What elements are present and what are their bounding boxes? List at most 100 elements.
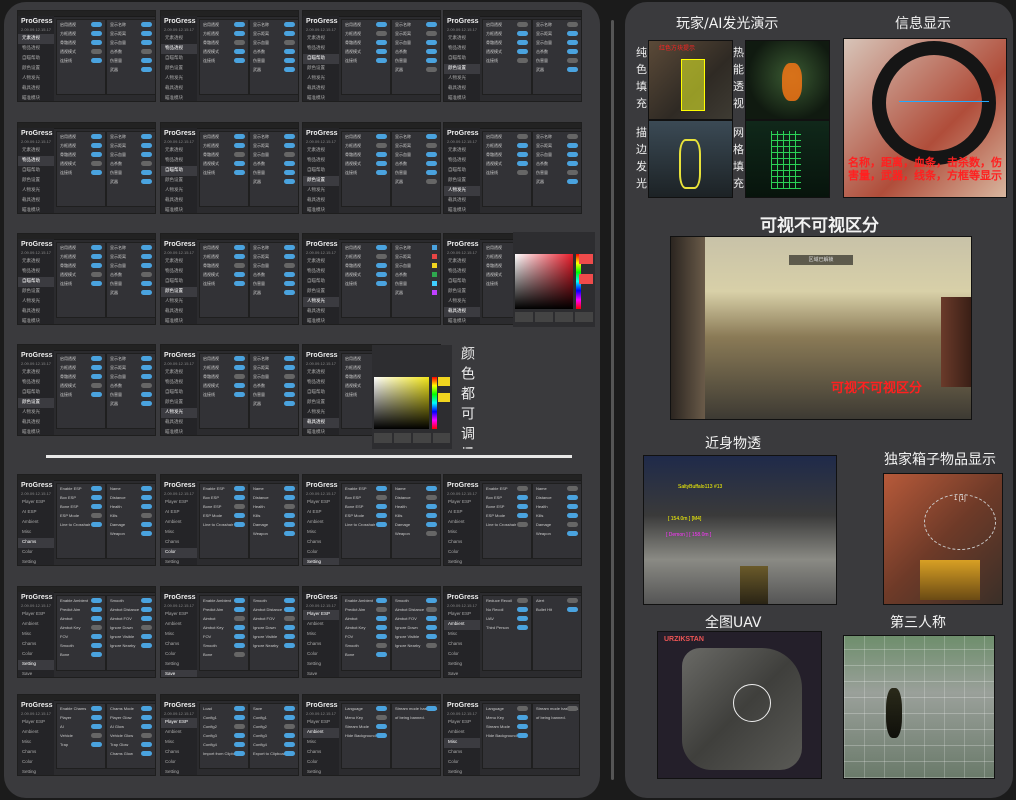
sidebar-item[interactable]: Misc xyxy=(18,528,54,538)
sidebar-item[interactable]: Ambient xyxy=(444,728,480,738)
setting-row[interactable]: Aimbot Key xyxy=(200,623,248,632)
sidebar-item[interactable]: 颜色设置 xyxy=(444,287,480,297)
toggle-switch[interactable] xyxy=(426,134,437,139)
sidebar-item[interactable]: 瞄准模块 xyxy=(303,428,339,435)
sidebar-item[interactable]: Chams xyxy=(161,640,197,650)
sidebar-item[interactable]: Chams xyxy=(161,538,197,548)
toggle-switch[interactable] xyxy=(284,733,295,738)
toggle-switch[interactable] xyxy=(234,495,245,500)
setting-row[interactable]: Ignore Nearby xyxy=(250,641,298,650)
toggle-switch[interactable] xyxy=(141,401,152,406)
toggle-switch[interactable] xyxy=(517,486,528,491)
setting-row[interactable]: 武器 xyxy=(107,65,155,74)
setting-row[interactable]: 连接线 xyxy=(483,168,531,177)
setting-row[interactable]: Aimbot FOV xyxy=(107,614,155,623)
setting-row[interactable]: Damage xyxy=(250,520,298,529)
toggle-switch[interactable] xyxy=(91,58,102,63)
toggle-switch[interactable] xyxy=(426,58,437,63)
toggle-switch[interactable] xyxy=(234,392,245,397)
toggle-switch[interactable] xyxy=(376,504,387,509)
toggle-switch[interactable] xyxy=(234,742,245,747)
toggle-switch[interactable] xyxy=(141,486,152,491)
setting-row[interactable]: 显示血量 xyxy=(107,150,155,159)
setting-row[interactable]: 方框透视 xyxy=(57,252,105,261)
sidebar-item[interactable]: 载具透视 xyxy=(18,84,54,94)
sidebar-item[interactable]: 颜色设置 xyxy=(161,176,197,186)
sidebar-item[interactable]: Ambient xyxy=(303,620,339,630)
setting-row[interactable]: 显示距离 xyxy=(107,29,155,38)
toggle-switch[interactable] xyxy=(376,272,387,277)
toggle-switch[interactable] xyxy=(376,31,387,36)
sidebar-item[interactable]: 人物发光 xyxy=(303,186,339,196)
setting-row[interactable]: Config2 xyxy=(200,722,248,731)
setting-row[interactable]: 显示血量 xyxy=(392,38,440,47)
setting-row[interactable]: Aimbot Key xyxy=(342,623,390,632)
toggle-switch[interactable] xyxy=(91,522,102,527)
toggle-switch[interactable] xyxy=(284,392,295,397)
setting-row[interactable]: Weapon xyxy=(250,529,298,538)
toggle-switch[interactable] xyxy=(376,522,387,527)
toggle-switch[interactable] xyxy=(376,263,387,268)
toggle-switch[interactable] xyxy=(141,22,152,27)
setting-row[interactable]: Chams Glow xyxy=(107,749,155,758)
toggle-switch[interactable] xyxy=(234,22,245,27)
setting-row[interactable]: Bone ESP xyxy=(483,502,531,511)
sidebar-item[interactable]: 瞄准模块 xyxy=(444,206,480,213)
toggle-switch[interactable] xyxy=(567,170,578,175)
sidebar-item[interactable]: Player ESP xyxy=(303,718,339,728)
toggle-switch[interactable] xyxy=(141,522,152,527)
setting-row[interactable]: Save xyxy=(250,704,298,713)
setting-row[interactable]: Enable ESP xyxy=(483,484,531,493)
toggle-switch[interactable] xyxy=(284,40,295,45)
setting-row[interactable]: 显示距离 xyxy=(533,141,581,150)
toggle-switch[interactable] xyxy=(517,170,528,175)
toggle-switch[interactable] xyxy=(426,625,437,630)
toggle-switch[interactable] xyxy=(234,625,245,630)
setting-row[interactable]: 显示名称 xyxy=(250,354,298,363)
toggle-switch[interactable] xyxy=(567,49,578,54)
setting-row[interactable]: FOV xyxy=(200,632,248,641)
toggle-switch[interactable] xyxy=(141,625,152,630)
sidebar-item[interactable]: Setting xyxy=(18,558,54,565)
setting-row[interactable]: Ignore Visible xyxy=(392,632,440,641)
sidebar-item[interactable]: Setting xyxy=(161,558,197,565)
color-swatch[interactable] xyxy=(432,263,437,268)
toggle-switch[interactable] xyxy=(376,134,387,139)
sidebar-item[interactable]: 自瞄帮助 xyxy=(161,166,197,176)
toggle-switch[interactable] xyxy=(141,742,152,747)
sidebar-item[interactable]: 自瞄帮助 xyxy=(303,388,339,398)
setting-row[interactable]: 显示血量 xyxy=(250,38,298,47)
setting-row[interactable]: 骨骼透视 xyxy=(57,150,105,159)
sidebar-item[interactable]: 人物发光 xyxy=(444,74,480,84)
setting-row[interactable]: 连接线 xyxy=(200,390,248,399)
toggle-switch[interactable] xyxy=(234,272,245,277)
toggle-switch[interactable] xyxy=(91,356,102,361)
setting-row[interactable]: 武器 xyxy=(107,399,155,408)
toggle-switch[interactable] xyxy=(426,598,437,603)
setting-row[interactable]: 透视模式 xyxy=(57,159,105,168)
toggle-switch[interactable] xyxy=(141,179,152,184)
sidebar-item[interactable]: Save xyxy=(444,670,480,677)
toggle-switch[interactable] xyxy=(284,31,295,36)
sidebar-item[interactable]: 人物发光 xyxy=(18,186,54,196)
setting-row[interactable]: Trap Glow xyxy=(107,740,155,749)
toggle-switch[interactable] xyxy=(91,365,102,370)
sidebar-item[interactable]: Setting xyxy=(18,660,54,670)
toggle-switch[interactable] xyxy=(234,31,245,36)
toggle-switch[interactable] xyxy=(517,152,528,157)
setting-row[interactable]: 连接线 xyxy=(57,56,105,65)
sidebar-item[interactable]: Save xyxy=(303,670,339,677)
toggle-switch[interactable] xyxy=(517,495,528,500)
sidebar-item[interactable]: 颜色设置 xyxy=(303,64,339,74)
setting-row[interactable]: 显示名称 xyxy=(392,243,440,252)
sidebar-item[interactable]: 自瞄帮助 xyxy=(18,166,54,176)
setting-row[interactable]: Ignore Visible xyxy=(250,632,298,641)
setting-row[interactable]: 连接线 xyxy=(342,168,390,177)
toggle-switch[interactable] xyxy=(141,290,152,295)
toggle-switch[interactable] xyxy=(284,290,295,295)
setting-row[interactable]: 击杀数 xyxy=(392,159,440,168)
toggle-switch[interactable] xyxy=(426,161,437,166)
setting-row[interactable]: Vehicle xyxy=(57,731,105,740)
setting-row[interactable]: 骨骼透视 xyxy=(57,372,105,381)
setting-row[interactable]: 显示血量 xyxy=(250,261,298,270)
